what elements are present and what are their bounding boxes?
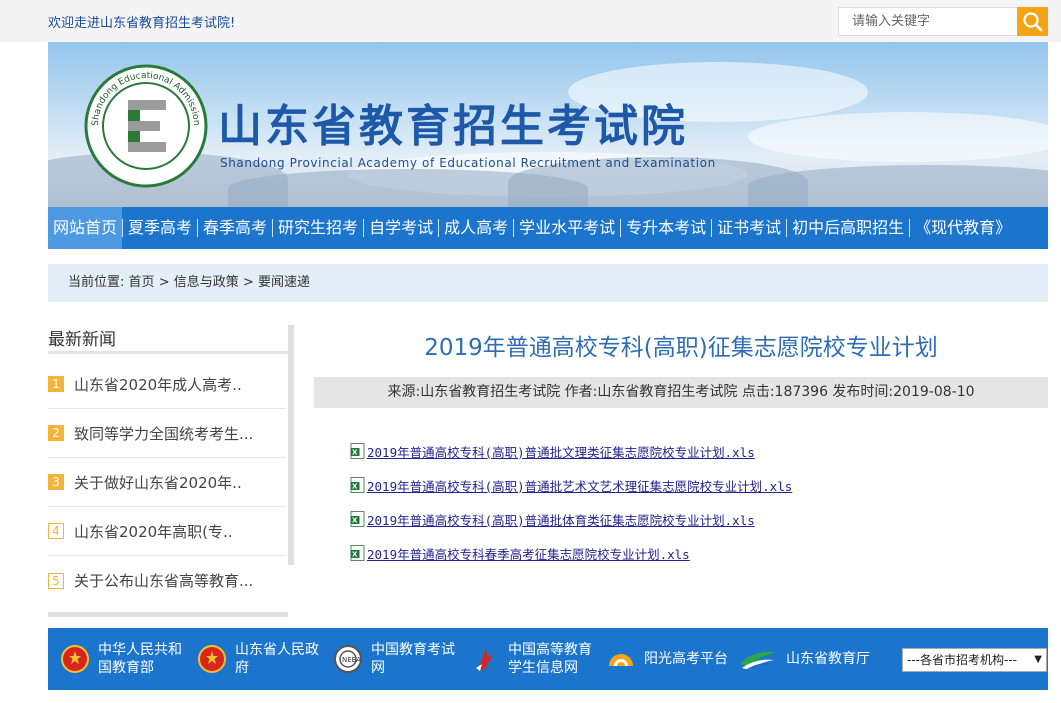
- article-meta: 来源:山东省教育招生考试院 作者:山东省教育招生考试院 点击:187396 发布…: [314, 377, 1048, 408]
- footer-link-line1: 中华人民共和: [98, 642, 182, 658]
- latest-news-sidebar: 最新新闻 1 山东省2020年成人高考.. 2 致同等学力全国统考考生... 3…: [48, 325, 294, 617]
- news-item-title: 山东省2020年高职(专..: [74, 522, 233, 541]
- news-item[interactable]: 3 关于做好山东省2020年..: [48, 458, 286, 507]
- nav-item-certificate[interactable]: 证书考试: [712, 207, 786, 249]
- excel-file-icon: X: [350, 477, 365, 493]
- top-bar: 欢迎走进山东省教育招生考试院!: [0, 0, 1061, 42]
- news-number-badge: 4: [48, 523, 64, 539]
- footer-link-chsi[interactable]: 中国高等教育 学生信息网: [470, 628, 592, 690]
- attachment-link[interactable]: 2019年普通高校专科(高职)普通批体育类征集志愿院校专业计划.xls: [367, 510, 755, 529]
- nav-item-academic-level[interactable]: 学业水平考试: [514, 207, 620, 249]
- banner-title: 山东省教育招生考试院: [218, 101, 688, 152]
- search-icon: [1023, 12, 1043, 32]
- breadcrumb-separator: >: [242, 275, 254, 290]
- attachment-item: X 2019年普通高校专科(高职)普通批文理类征集志愿院校专业计划.xls: [350, 434, 792, 468]
- breadcrumb-policy[interactable]: 信息与政策: [174, 275, 239, 290]
- welcome-text: 欢迎走进山东省教育招生考试院!: [48, 16, 236, 31]
- breadcrumb-label: 当前位置:: [68, 275, 125, 290]
- search-button[interactable]: [1017, 7, 1048, 36]
- national-emblem-icon: [61, 645, 89, 673]
- footer-link-line1: 山东省教育厅: [786, 651, 870, 667]
- footer-link-line1: 山东省人民政: [235, 642, 319, 658]
- news-number-badge: 1: [48, 376, 64, 392]
- news-item[interactable]: 1 山东省2020年成人高考..: [48, 360, 286, 409]
- footer-link-line1: 中国高等教育: [508, 642, 592, 658]
- nav-item-modern-education[interactable]: 《现代教育》: [910, 207, 1016, 249]
- search-input[interactable]: [839, 8, 1019, 35]
- attachment-link[interactable]: 2019年普通高校专科(高职)普通批文理类征集志愿院校专业计划.xls: [367, 442, 755, 461]
- news-item[interactable]: 5 关于公布山东省高等教育...: [48, 556, 286, 605]
- nav-item-vocational[interactable]: 初中后高职招生: [787, 207, 909, 249]
- footer-link-line1: 中国教育考试: [371, 642, 455, 658]
- news-item[interactable]: 2 致同等学力全国统考考生...: [48, 409, 286, 458]
- national-emblem-icon: [198, 645, 226, 673]
- footer-link-line2: 学生信息网: [508, 660, 578, 676]
- news-item-title: 致同等学力全国统考考生...: [74, 424, 254, 443]
- news-list: 1 山东省2020年成人高考.. 2 致同等学力全国统考考生... 3 关于做好…: [48, 360, 286, 605]
- footer-link-exam-network[interactable]: NEEA 中国教育考试网: [333, 628, 455, 690]
- nav-item-summer-gaokao[interactable]: 夏季高考: [123, 207, 197, 249]
- svg-text:X: X: [352, 483, 358, 491]
- footer-link-sunshine-gaokao[interactable]: 阳光高考平台: [606, 628, 728, 690]
- news-number-badge: 5: [48, 572, 64, 589]
- footer-link-education-dept[interactable]: 山东省教育厅: [738, 628, 870, 690]
- breadcrumb-separator: >: [158, 275, 170, 290]
- academy-logo-icon: Shandong Educational Admission & Examina…: [84, 64, 208, 188]
- footer-link-shandong-gov[interactable]: 山东省人民政府: [197, 628, 319, 690]
- main-nav: 网站首页 夏季高考 春季高考 研究生招考 自学考试 成人高考 学业水平考试 专升…: [48, 207, 1048, 249]
- footer-link-line2: 网: [371, 660, 385, 676]
- nav-item-self-study[interactable]: 自学考试: [364, 207, 438, 249]
- news-number-badge: 2: [48, 425, 64, 441]
- news-number-badge: 3: [48, 474, 64, 490]
- breadcrumb-home[interactable]: 首页: [129, 275, 155, 290]
- banner-subtitle: Shandong Provincial Academy of Education…: [220, 156, 716, 170]
- sunshine-icon: [609, 654, 633, 666]
- search-box: [838, 7, 1020, 36]
- breadcrumb: 当前位置: 首页 > 信息与政策 > 要闻速递: [48, 264, 1048, 302]
- sidebar-heading: 最新新闻: [48, 330, 116, 350]
- article-title: 2019年普通高校专科(高职)征集志愿院校专业计划: [424, 335, 938, 361]
- attachment-item: X 2019年普通高校专科(高职)普通批艺术文艺术理征集志愿院校专业计划.xls: [350, 468, 792, 502]
- excel-file-icon: X: [350, 443, 365, 459]
- news-item-title: 关于公布山东省高等教育...: [74, 572, 254, 590]
- svg-text:NEEA: NEEA: [342, 656, 361, 664]
- footer-link-line2: 府: [235, 660, 249, 676]
- breadcrumb-news[interactable]: 要闻速递: [258, 275, 310, 290]
- chsi-icon: [476, 648, 494, 671]
- excel-file-icon: X: [350, 545, 365, 561]
- footer-link-line2: 国教育部: [98, 660, 154, 676]
- nav-item-home[interactable]: 网站首页: [48, 207, 123, 249]
- footer-links-bar: 中华人民共和 国教育部 山东省人民政府 NEEA 中国教育考试网 中国高等教育 学生…: [48, 628, 1048, 690]
- news-item[interactable]: 4 山东省2020年高职(专..: [48, 507, 286, 556]
- news-item-title: 关于做好山东省2020年..: [74, 473, 242, 492]
- education-dept-icon: [740, 651, 776, 672]
- attachment-link[interactable]: 2019年普通高校专科(高职)普通批艺术文艺术理征集志愿院校专业计划.xls: [367, 476, 792, 495]
- attachment-list: X 2019年普通高校专科(高职)普通批文理类征集志愿院校专业计划.xls X …: [350, 434, 792, 570]
- excel-file-icon: X: [350, 511, 365, 527]
- attachment-link[interactable]: 2019年普通高校专科春季高考征集志愿院校专业计划.xls: [367, 544, 690, 563]
- news-item-title: 山东省2020年成人高考..: [74, 375, 242, 394]
- attachment-item: X 2019年普通高校专科春季高考征集志愿院校专业计划.xls: [350, 536, 792, 570]
- nav-item-graduate[interactable]: 研究生招考: [273, 207, 363, 249]
- svg-text:X: X: [352, 517, 358, 525]
- nav-item-adult[interactable]: 成人高考: [439, 207, 513, 249]
- sidebar-bottom-border: [48, 612, 288, 617]
- footer-link-line1: 阳光高考平台: [644, 651, 728, 667]
- svg-text:X: X: [352, 449, 358, 457]
- site-banner: Shandong Educational Admission & Examina…: [48, 42, 1048, 207]
- exam-network-icon: NEEA: [334, 645, 362, 673]
- attachment-item: X 2019年普通高校专科(高职)普通批体育类征集志愿院校专业计划.xls: [350, 502, 792, 536]
- sidebar-heading-underline: [48, 351, 288, 354]
- exam-agency-select[interactable]: ---各省市招考机构--- ▼: [902, 648, 1047, 672]
- nav-item-spring-gaokao[interactable]: 春季高考: [198, 207, 272, 249]
- nav-item-upgrade[interactable]: 专升本考试: [621, 207, 711, 249]
- svg-text:X: X: [352, 551, 358, 559]
- footer-link-moe[interactable]: 中华人民共和 国教育部: [60, 628, 182, 690]
- sidebar-scrollbar[interactable]: [288, 325, 294, 565]
- dropdown-arrow-icon: ▼: [1034, 654, 1042, 665]
- select-value: ---各省市招考机构---: [907, 653, 1017, 667]
